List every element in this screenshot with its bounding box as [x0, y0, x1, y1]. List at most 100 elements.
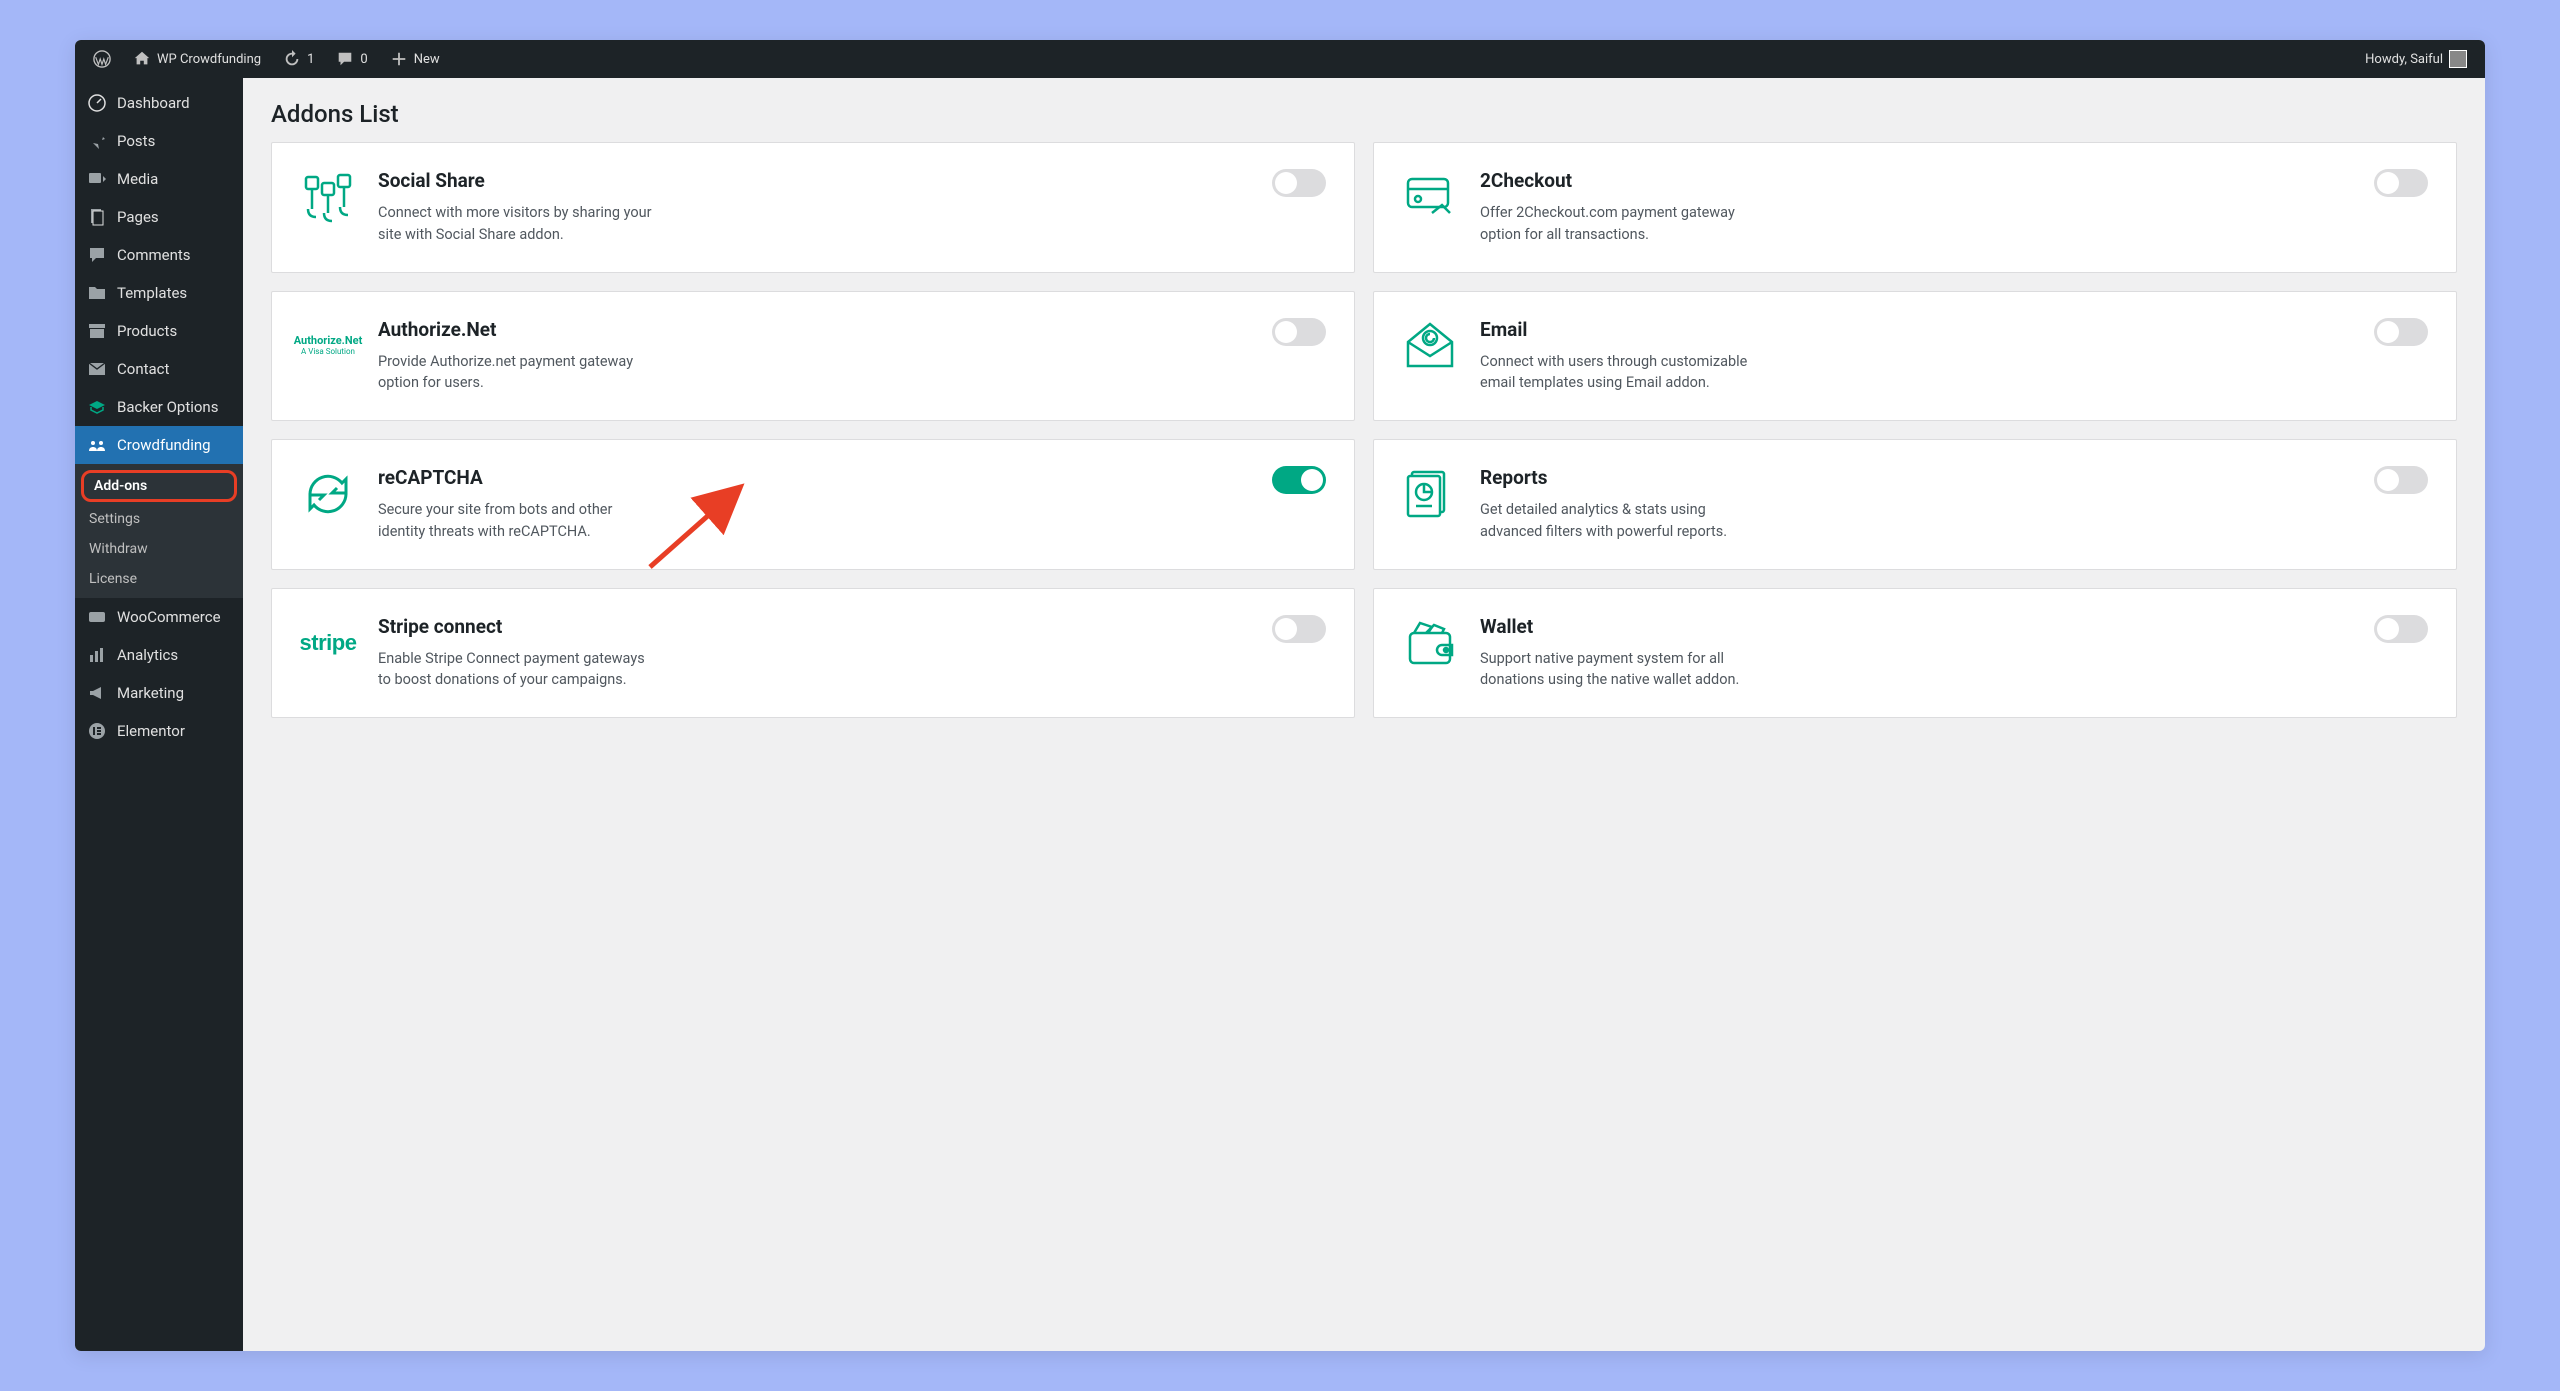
addon-title: Wallet: [1480, 615, 2428, 638]
addon-toggle-reports[interactable]: [2374, 466, 2428, 494]
addon-description: Secure your site from bots and other ide…: [378, 499, 658, 543]
comments-link[interactable]: 0: [326, 43, 377, 75]
sidebar-item-marketing[interactable]: Marketing: [75, 674, 243, 712]
sidebar-item-label: Pages: [117, 208, 159, 226]
recaptcha-icon: [300, 466, 356, 522]
addons-grid: Social Share Connect with more visitors …: [271, 142, 2457, 718]
sidebar-item-label: Products: [117, 322, 177, 340]
authorize-icon: Authorize.Net A Visa Solution: [300, 318, 356, 374]
sidebar-item-products[interactable]: Products: [75, 312, 243, 350]
sidebar-item-templates[interactable]: Templates: [75, 274, 243, 312]
archive-icon: [87, 321, 107, 341]
sidebar-item-contact[interactable]: Contact: [75, 350, 243, 388]
sidebar-item-crowdfunding[interactable]: Crowdfunding: [75, 426, 243, 464]
sidebar-item-label: WooCommerce: [117, 608, 221, 626]
addon-toggle-2checkout[interactable]: [2374, 169, 2428, 197]
stripe-icon: stripe: [300, 615, 356, 671]
new-link[interactable]: New: [380, 43, 450, 75]
avatar: [2449, 50, 2467, 68]
social-share-icon: [300, 169, 356, 225]
addon-title: Social Share: [378, 169, 1326, 192]
site-home-link[interactable]: WP Crowdfunding: [123, 43, 271, 75]
email-icon: [1402, 318, 1458, 374]
woocommerce-icon: [87, 607, 107, 627]
addon-card-authorize: Authorize.Net A Visa Solution Authorize.…: [271, 291, 1355, 422]
sidebar-item-label: Backer Options: [117, 398, 218, 416]
new-label: New: [414, 52, 440, 67]
wordpress-admin-window: WP Crowdfunding 1 0 New Howdy, Saiful: [75, 40, 2485, 1351]
pages-icon: [87, 207, 107, 227]
backer-icon: [87, 397, 107, 417]
addon-title: Email: [1480, 318, 2428, 341]
addon-toggle-recaptcha[interactable]: [1272, 466, 1326, 494]
addon-title: Stripe connect: [378, 615, 1326, 638]
crowdfunding-icon: [87, 435, 107, 455]
sidebar-item-media[interactable]: Media: [75, 160, 243, 198]
addon-title: reCAPTCHA: [378, 466, 1326, 489]
mail-icon: [87, 359, 107, 379]
addon-description: Connect with users through customizable …: [1480, 351, 1760, 395]
addon-description: Offer 2Checkout.com payment gateway opti…: [1480, 202, 1760, 246]
crowdfunding-submenu: Add-ons Settings Withdraw License: [75, 464, 243, 598]
updates-link[interactable]: 1: [273, 43, 324, 75]
addon-title: 2Checkout: [1480, 169, 2428, 192]
reports-icon: [1402, 466, 1458, 522]
sidebar-item-dashboard[interactable]: Dashboard: [75, 84, 243, 122]
wallet-icon: [1402, 615, 1458, 671]
addon-card-2checkout: 2Checkout Offer 2Checkout.com payment ga…: [1373, 142, 2457, 273]
sidebar-item-woocommerce[interactable]: WooCommerce: [75, 598, 243, 636]
submenu-item-withdraw[interactable]: Withdraw: [75, 534, 243, 564]
addon-title: Authorize.Net: [378, 318, 1326, 341]
my-account[interactable]: Howdy, Saiful: [2355, 43, 2477, 75]
page-title: Addons List: [271, 100, 2457, 128]
stripe-logo-text: stripe: [300, 630, 357, 656]
greeting-text: Howdy, Saiful: [2365, 52, 2443, 67]
addon-toggle-wallet[interactable]: [2374, 615, 2428, 643]
wordpress-icon: [93, 50, 111, 68]
addon-title: Reports: [1480, 466, 2428, 489]
addon-toggle-stripe[interactable]: [1272, 615, 1326, 643]
addon-description: Support native payment system for all do…: [1480, 648, 1760, 692]
admin-bar: WP Crowdfunding 1 0 New Howdy, Saiful: [75, 40, 2485, 78]
sidebar-item-label: Templates: [117, 284, 187, 302]
sidebar-item-label: Comments: [117, 246, 191, 264]
submenu-item-settings[interactable]: Settings: [75, 504, 243, 534]
sidebar-item-label: Elementor: [117, 722, 185, 740]
sidebar-item-backer-options[interactable]: Backer Options: [75, 388, 243, 426]
sidebar-item-label: Media: [117, 170, 158, 188]
addon-toggle-authorize[interactable]: [1272, 318, 1326, 346]
addon-description: Connect with more visitors by sharing yo…: [378, 202, 658, 246]
dashboard-icon: [87, 93, 107, 113]
addon-card-social-share: Social Share Connect with more visitors …: [271, 142, 1355, 273]
sidebar-item-pages[interactable]: Pages: [75, 198, 243, 236]
media-icon: [87, 169, 107, 189]
sidebar-item-comments[interactable]: Comments: [75, 236, 243, 274]
sidebar-item-posts[interactable]: Posts: [75, 122, 243, 160]
sidebar-item-label: Dashboard: [117, 94, 190, 112]
wp-logo[interactable]: [83, 43, 121, 75]
updates-count: 1: [307, 52, 314, 67]
addon-toggle-social-share[interactable]: [1272, 169, 1326, 197]
sidebar-item-analytics[interactable]: Analytics: [75, 636, 243, 674]
addon-toggle-email[interactable]: [2374, 318, 2428, 346]
sidebar-item-label: Posts: [117, 132, 155, 150]
pin-icon: [87, 131, 107, 151]
sidebar-item-label: Analytics: [117, 646, 178, 664]
comment-icon: [336, 50, 354, 68]
addon-description: Get detailed analytics & stats using adv…: [1480, 499, 1760, 543]
sidebar-item-label: Contact: [117, 360, 169, 378]
submenu-item-license[interactable]: License: [75, 564, 243, 594]
2checkout-icon: [1402, 169, 1458, 225]
addon-card-recaptcha: reCAPTCHA Secure your site from bots and…: [271, 439, 1355, 570]
megaphone-icon: [87, 683, 107, 703]
sidebar-item-elementor[interactable]: Elementor: [75, 712, 243, 750]
plus-icon: [390, 50, 408, 68]
addon-card-reports: Reports Get detailed analytics & stats u…: [1373, 439, 2457, 570]
comment-icon: [87, 245, 107, 265]
addon-card-wallet: Wallet Support native payment system for…: [1373, 588, 2457, 719]
home-icon: [133, 50, 151, 68]
comments-count: 0: [360, 52, 367, 67]
submenu-item-addons[interactable]: Add-ons: [81, 470, 237, 502]
authorize-logo-text: Authorize.Net: [294, 334, 363, 347]
addon-card-stripe: stripe Stripe connect Enable Stripe Conn…: [271, 588, 1355, 719]
